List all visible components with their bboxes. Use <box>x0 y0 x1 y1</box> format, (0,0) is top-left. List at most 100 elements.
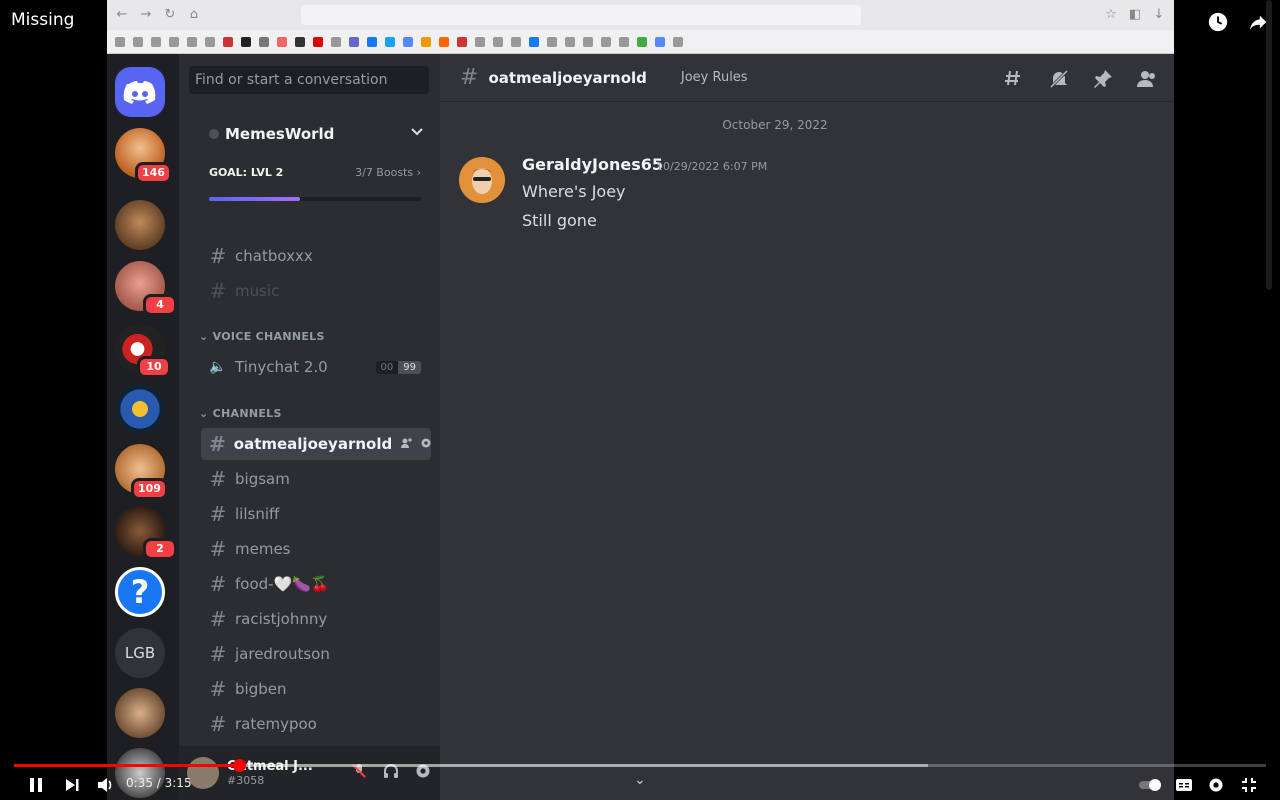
bookmark-item[interactable] <box>205 36 215 47</box>
discord-home-button[interactable] <box>115 67 165 117</box>
bookmark-item[interactable] <box>529 36 539 47</box>
server-icon[interactable] <box>115 200 165 250</box>
server-icon[interactable] <box>115 688 165 738</box>
search-input[interactable]: Find or start a conversation <box>189 66 429 94</box>
share-icon[interactable] <box>1246 10 1270 34</box>
video-player[interactable]: Missing ← → ↻ ⌂ ☆ ◧ ↓ 146 4 10 109 2 ? L… <box>0 0 1280 800</box>
notification-muted-bell-icon[interactable] <box>1048 68 1070 90</box>
channel-lilsniff[interactable]: # lilsniff <box>201 498 431 530</box>
threads-icon[interactable] <box>1004 68 1026 90</box>
bookmark-item[interactable] <box>655 36 665 47</box>
bookmark-item[interactable] <box>259 36 269 47</box>
bookmark-item[interactable] <box>583 36 593 47</box>
page-scrollbar[interactable] <box>1266 0 1272 290</box>
back-icon[interactable]: ← <box>115 8 129 22</box>
invite-icon[interactable] <box>400 437 413 452</box>
member-list-icon[interactable] <box>1136 68 1158 90</box>
pin-icon[interactable] <box>1092 68 1114 90</box>
bookmark-item[interactable] <box>673 36 683 47</box>
bookmark-item[interactable] <box>133 36 143 47</box>
bookmark-item[interactable] <box>277 36 287 47</box>
bookmark-item[interactable] <box>331 36 341 47</box>
bookmark-item[interactable] <box>367 36 377 47</box>
help-server-icon[interactable]: ? <box>115 567 165 617</box>
category-voice-channels[interactable]: ⌄ VOICE CHANNELS <box>199 330 325 343</box>
bookmark-item[interactable] <box>223 36 233 47</box>
server-icon[interactable] <box>115 384 165 434</box>
recorded-discord-screen: ← → ↻ ⌂ ☆ ◧ ↓ 146 4 10 109 2 ? LGB Find … <box>107 0 1174 800</box>
exit-fullscreen-icon <box>1242 778 1256 792</box>
bookmark-item[interactable] <box>187 36 197 47</box>
bookmark-item[interactable] <box>475 36 485 47</box>
bookmark-item[interactable] <box>151 36 161 47</box>
chevron-down-icon[interactable] <box>410 125 424 143</box>
bookmark-item[interactable] <box>619 36 629 47</box>
next-button[interactable] <box>60 773 84 797</box>
video-title: Missing <box>11 10 75 30</box>
message-author[interactable]: GeraldyJones65 <box>522 155 663 174</box>
hash-icon: # <box>209 467 227 491</box>
bookmark-item[interactable] <box>349 36 359 47</box>
pause-icon <box>30 778 42 792</box>
channel-jaredroutson[interactable]: # jaredroutson <box>201 638 431 670</box>
skip-next-icon <box>66 779 79 791</box>
extensions-icon[interactable]: ◧ <box>1128 8 1142 22</box>
bookmark-item[interactable] <box>295 36 305 47</box>
hash-icon: # <box>209 642 227 666</box>
channel-oatmealjoeyarnold[interactable]: # oatmealjoeyarnold <box>201 428 431 460</box>
discord-logo-icon <box>123 81 156 104</box>
bookmark-item[interactable] <box>457 36 467 47</box>
channel-ratemypoo[interactable]: # ratemypoo <box>201 708 431 740</box>
channel-music[interactable]: # music <box>201 275 431 307</box>
category-channels[interactable]: ⌄ CHANNELS <box>199 407 282 420</box>
settings-button[interactable] <box>1204 773 1228 797</box>
bookmark-item[interactable] <box>115 36 125 47</box>
voice-channel-tinychat[interactable]: 🔈 Tinychat 2.0 00 99 <box>201 351 431 383</box>
pause-button[interactable] <box>24 773 48 797</box>
download-icon[interactable]: ↓ <box>1152 8 1166 22</box>
captions-button[interactable] <box>1172 773 1196 797</box>
hash-icon: # <box>209 572 227 596</box>
server-icon-initials[interactable]: LGB <box>115 628 165 678</box>
bookmark-item[interactable] <box>493 36 503 47</box>
channel-chatboxxx[interactable]: # chatboxxx <box>201 240 431 272</box>
bookmark-item[interactable] <box>637 36 647 47</box>
server-list: 146 4 10 109 2 ? LGB <box>107 54 179 800</box>
volume-button[interactable] <box>93 773 117 797</box>
channel-label: lilsniff <box>235 505 280 523</box>
bookmark-item[interactable] <box>601 36 611 47</box>
bookmark-item[interactable] <box>169 36 179 47</box>
channel-food[interactable]: # food-🤍🍆🍒 <box>201 568 431 600</box>
bookmark-item[interactable] <box>403 36 413 47</box>
boost-goal-row[interactable]: GOAL: LVL 2 3/7 Boosts › <box>209 166 421 179</box>
bookmark-item[interactable] <box>313 36 323 47</box>
autoplay-toggle[interactable] <box>1138 773 1164 797</box>
watch-later-icon[interactable] <box>1206 10 1230 34</box>
avatar[interactable] <box>459 157 505 203</box>
bookmark-item[interactable] <box>439 36 449 47</box>
server-name: MemesWorld <box>225 125 335 143</box>
channel-memes[interactable]: # memes <box>201 533 431 565</box>
bookmark-item[interactable] <box>421 36 431 47</box>
reload-icon[interactable]: ↻ <box>163 8 177 22</box>
exit-fullscreen-button[interactable] <box>1237 773 1261 797</box>
bookmark-item[interactable] <box>547 36 557 47</box>
bookmark-item[interactable] <box>385 36 395 47</box>
hash-icon: # <box>209 607 227 631</box>
channel-bigsam[interactable]: # bigsam <box>201 463 431 495</box>
boost-count: 3/7 Boosts › <box>355 166 421 179</box>
chevron-down-icon[interactable]: ⌄ <box>634 772 646 788</box>
bookmark-item[interactable] <box>511 36 521 47</box>
address-bar[interactable] <box>301 5 861 25</box>
star-icon[interactable]: ☆ <box>1104 8 1118 22</box>
server-header[interactable]: MemesWorld <box>179 114 440 154</box>
home-icon[interactable]: ⌂ <box>187 8 201 22</box>
channel-topic[interactable]: Joey Rules <box>681 70 748 85</box>
video-progress-bar[interactable] <box>14 759 1266 772</box>
gear-icon[interactable] <box>420 437 432 452</box>
bookmark-item[interactable] <box>241 36 251 47</box>
channel-bigben[interactable]: # bigben <box>201 673 431 705</box>
forward-icon[interactable]: → <box>139 8 153 22</box>
channel-racistjohnny[interactable]: # racistjohnny <box>201 603 431 635</box>
bookmark-item[interactable] <box>565 36 575 47</box>
